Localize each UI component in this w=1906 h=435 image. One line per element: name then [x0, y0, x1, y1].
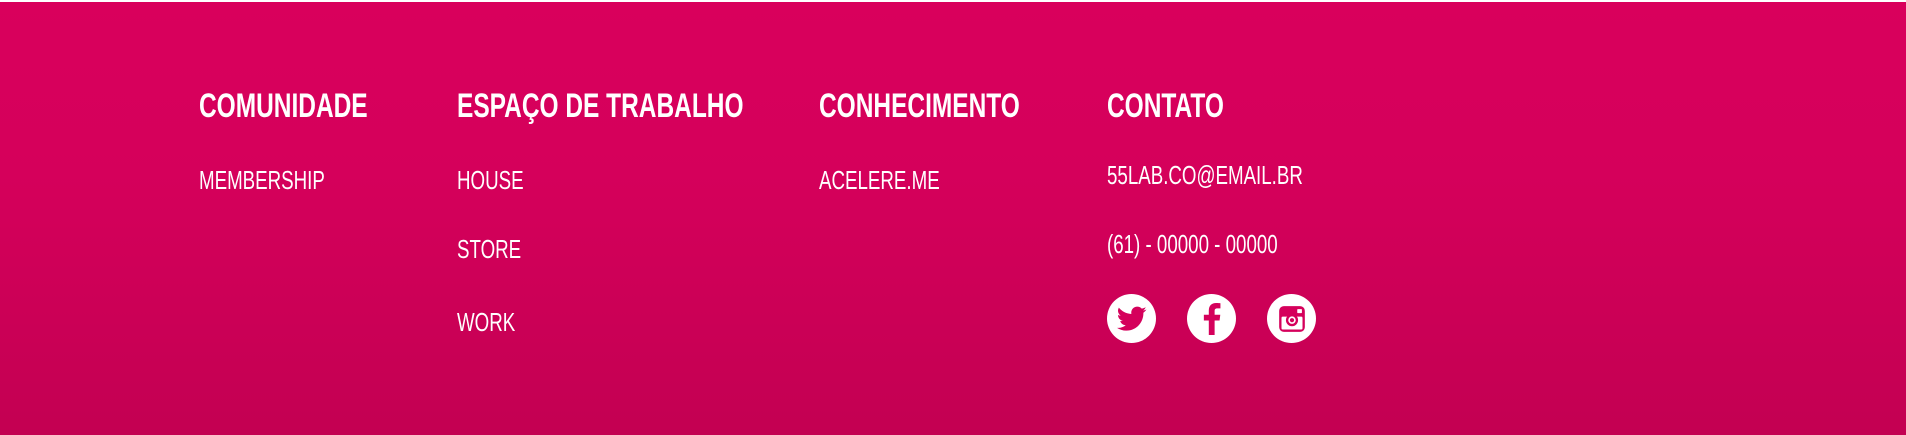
instagram-button[interactable] [1267, 294, 1316, 343]
contact-phone: (61) - 00000 - 00000 [1107, 229, 1278, 259]
facebook-icon [1203, 302, 1221, 335]
facebook-button[interactable] [1187, 294, 1236, 343]
footer-heading-espaco-de-trabalho: ESPAÇO DE TRABALHO [457, 87, 744, 125]
footer-link-acelere-me[interactable]: ACELERE.ME [819, 165, 940, 195]
footer-heading-contato: CONTATO [1107, 87, 1224, 125]
footer-heading-conhecimento: CONHECIMENTO [819, 87, 1020, 125]
footer-link-work[interactable]: WORK [457, 307, 515, 337]
footer-link-store[interactable]: STORE [457, 234, 521, 264]
contact-email-link[interactable]: 55LAB.CO@EMAIL.BR [1107, 160, 1303, 190]
site-footer: COMUNIDADE MEMBERSHIP ESPAÇO DE TRABALHO… [0, 2, 1906, 435]
footer-link-house[interactable]: HOUSE [457, 165, 524, 195]
twitter-icon [1116, 306, 1147, 332]
twitter-button[interactable] [1107, 294, 1156, 343]
footer-heading-comunidade: COMUNIDADE [199, 87, 368, 125]
instagram-icon [1278, 305, 1306, 333]
footer-link-membership[interactable]: MEMBERSHIP [199, 165, 325, 195]
